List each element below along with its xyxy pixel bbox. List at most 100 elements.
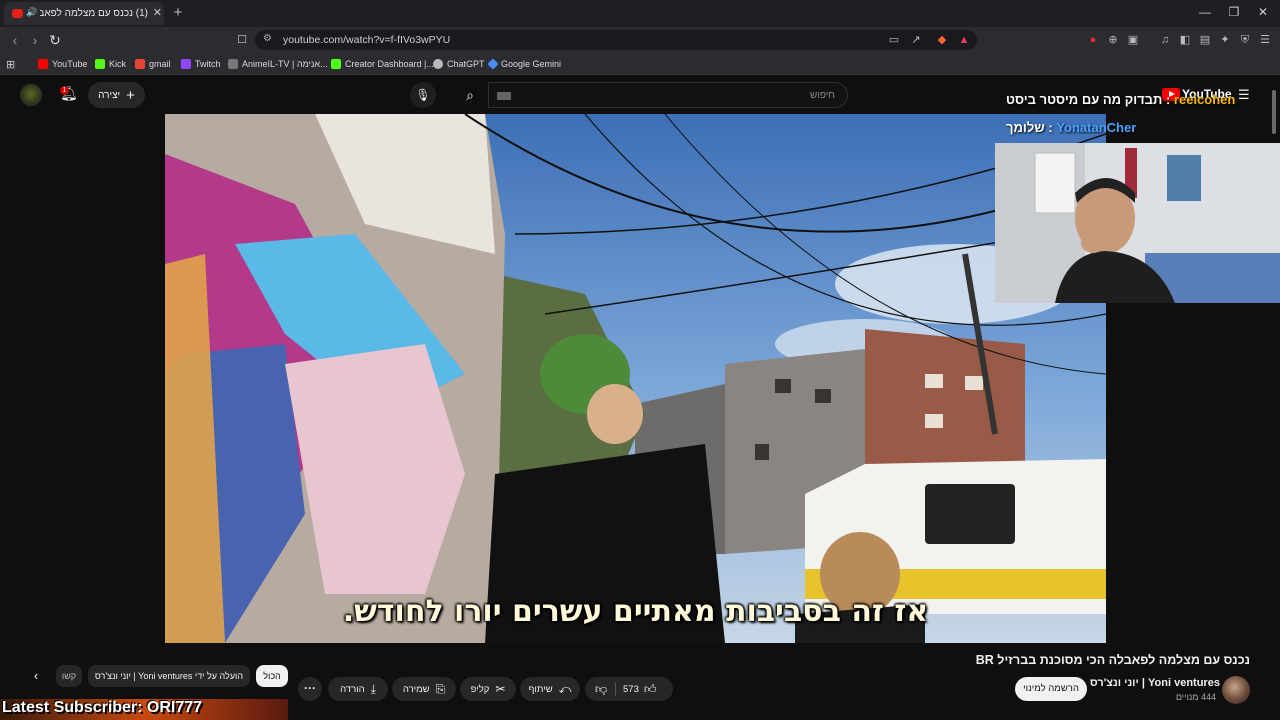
youtube-icon [38, 59, 48, 69]
bookmark-animeil[interactable]: AnimeIL-TV | אנימה... [228, 57, 328, 71]
search-placeholder: חיפוש [810, 90, 835, 101]
vpn-icon[interactable]: ⛨ [1238, 32, 1252, 48]
download-button[interactable]: ⤓ הורדה [328, 677, 388, 701]
restore-button[interactable]: ❐ [1225, 5, 1243, 21]
wallet-icon[interactable]: ▤ [1198, 32, 1212, 48]
chatgpt-icon [433, 59, 443, 69]
extension-icon[interactable]: ▣ [1126, 32, 1140, 48]
site-info-icon[interactable]: ⚙ [263, 33, 272, 44]
like-separator [615, 682, 616, 696]
page-scrollbar[interactable] [1272, 90, 1276, 134]
kick-icon [331, 59, 341, 69]
video-player[interactable] [165, 114, 1106, 643]
save-button[interactable]: ⎘ שמירה [392, 677, 456, 701]
chip-all[interactable]: הכול [256, 665, 288, 687]
overlay-chat-message: reeicohen : תבדוק מה עם מיסטר ביסט [1006, 92, 1235, 107]
notification-badge: 1 [60, 86, 69, 95]
brave-rewards-icon[interactable]: ▲ [957, 32, 971, 48]
channel-name[interactable]: יוני ונצ'רס | Yoni ventures [1090, 677, 1220, 689]
bookmark-save-icon: ⎘ [435, 681, 446, 696]
channel-avatar[interactable] [1222, 676, 1250, 704]
latest-subscriber-overlay: Latest Subscriber: ORI777 [2, 699, 203, 716]
media-icon[interactable]: ♫ [1158, 32, 1172, 48]
thumbs-down-icon[interactable]: 👎︎ [595, 682, 607, 697]
minimize-button[interactable]: — [1196, 5, 1214, 21]
extension-icon[interactable]: ⊕ [1106, 32, 1120, 48]
bookmark-icon[interactable]: ☐ [235, 32, 249, 48]
voice-search-mic-icon[interactable]: 🎙︎ [410, 82, 436, 108]
download-icon: ⤓ [370, 681, 376, 696]
clip-label: קליפ [470, 683, 490, 695]
bookmark-label: ChatGPT [447, 59, 485, 69]
browser-tab-strip: 🔊 (1) נכנס עם מצלמה לפאבלה ✕ + — ❐ ✕ [0, 0, 1280, 27]
like-dislike-segment: 👍︎ 573 👎︎ [585, 677, 673, 701]
bookmark-creator-dashboard[interactable]: Creator Dashboard |... [331, 57, 434, 71]
share-label: שיתוף [528, 683, 553, 695]
search-icon[interactable]: ⌕ [452, 82, 488, 108]
kick-icon [95, 59, 105, 69]
speaker-icon[interactable]: 🔊 [26, 7, 37, 18]
subscriber-count: 444 מנויים [1175, 692, 1216, 702]
back-button[interactable]: ‹ [8, 32, 22, 48]
bookmark-chatgpt[interactable]: ChatGPT [433, 57, 485, 71]
bookmark-label: Twitch [195, 59, 221, 69]
hamburger-menu-icon[interactable]: ☰ [1238, 87, 1252, 102]
download-label: הורדה [340, 683, 365, 695]
menu-icon[interactable]: ☰ [1258, 32, 1272, 48]
url-text[interactable]: youtube.com/watch?v=f-fIVo3wPYU [283, 34, 450, 46]
scissors-icon: ✂ [495, 682, 506, 696]
new-tab-button[interactable]: + [170, 4, 186, 22]
bookmark-label: Google Gemini [501, 59, 562, 69]
leo-ai-icon[interactable]: ✦ [1218, 32, 1232, 48]
tab-close-icon[interactable]: ✕ [150, 6, 162, 20]
chips-prev-arrow-icon[interactable]: ‹ [26, 665, 46, 687]
bookmark-kick[interactable]: Kick [95, 57, 126, 71]
bookmarks-bar: ⊞ YouTube Kick gmail Twitch AnimeIL-TV |… [0, 53, 1280, 75]
address-bar-row: ‹ › ↻ ☐ ⚙ youtube.com/watch?v=f-fIVo3wPY… [0, 27, 1280, 53]
forward-button[interactable]: › [28, 32, 42, 48]
video-title: נכנס עם מצלמה לפאבלה הכי מסוכנת בברזיל B… [975, 653, 1250, 667]
bookmark-twitch[interactable]: Twitch [181, 57, 221, 71]
more-actions-icon[interactable]: ··· [298, 677, 322, 701]
tab-title: (1) נכנס עם מצלמה לפאבלה [40, 8, 148, 19]
video-frame [165, 114, 1106, 643]
share-button[interactable]: ⤺ שיתוף [520, 677, 580, 701]
cast-icon[interactable]: ▭ [887, 32, 901, 48]
chip-related[interactable]: קשו [56, 665, 82, 687]
save-label: שמירה [402, 683, 430, 695]
extension-icon[interactable]: ● [1086, 32, 1100, 48]
clip-button[interactable]: ✂ קליפ [460, 677, 516, 701]
account-avatar[interactable] [20, 84, 42, 106]
video-subtitle: אז זה בסביבות מאתיים עשרים יורו לחודש. [342, 594, 929, 629]
bookmark-label: Creator Dashboard |... [345, 59, 434, 69]
browser-tab-youtube[interactable]: 🔊 (1) נכנס עם מצלמה לפאבלה ✕ [4, 2, 164, 25]
bookmark-gmail[interactable]: gmail [135, 57, 171, 71]
reload-button[interactable]: ↻ [48, 32, 62, 48]
webcam-frame [995, 143, 1280, 303]
create-label: יצירה [98, 89, 121, 101]
bookmark-label: Kick [109, 59, 127, 69]
chat-text: תבדוק מה עם מיסטר ביסט [1006, 92, 1163, 107]
chip-uploaded-by-channel[interactable]: הועלה על ידי Yoni ventures | יוני ונצ'רס [88, 665, 250, 687]
keyboard-icon[interactable] [497, 92, 511, 100]
sidebar-icon[interactable]: ◧ [1178, 32, 1192, 48]
gmail-icon [135, 59, 145, 69]
youtube-favicon-icon [12, 9, 23, 18]
chat-separator: : [1162, 92, 1171, 107]
anime-icon [228, 59, 238, 69]
like-button[interactable]: 👍︎ 573 [623, 677, 656, 701]
bookmark-gemini[interactable]: Google Gemini [487, 57, 562, 71]
twitch-icon [181, 59, 191, 69]
share-icon[interactable]: ↗ [909, 32, 923, 48]
subscribe-button[interactable]: הרשמה למינוי [1015, 677, 1087, 701]
search-input[interactable]: חיפוש [488, 82, 848, 108]
chat-text: שלומך [1006, 120, 1045, 135]
omnibox[interactable]: ⚙ youtube.com/watch?v=f-fIVo3wPYU ▭ ↗ ◆ … [255, 30, 977, 50]
brave-shields-icon[interactable]: ◆ [935, 32, 949, 48]
create-button[interactable]: יצירה + [88, 82, 145, 108]
bookmark-youtube[interactable]: YouTube [38, 57, 87, 71]
window-close-button[interactable]: ✕ [1254, 5, 1272, 21]
apps-icon[interactable]: ⊞ [6, 57, 15, 71]
like-count: 573 [623, 683, 639, 695]
bookmark-label: gmail [149, 59, 171, 69]
